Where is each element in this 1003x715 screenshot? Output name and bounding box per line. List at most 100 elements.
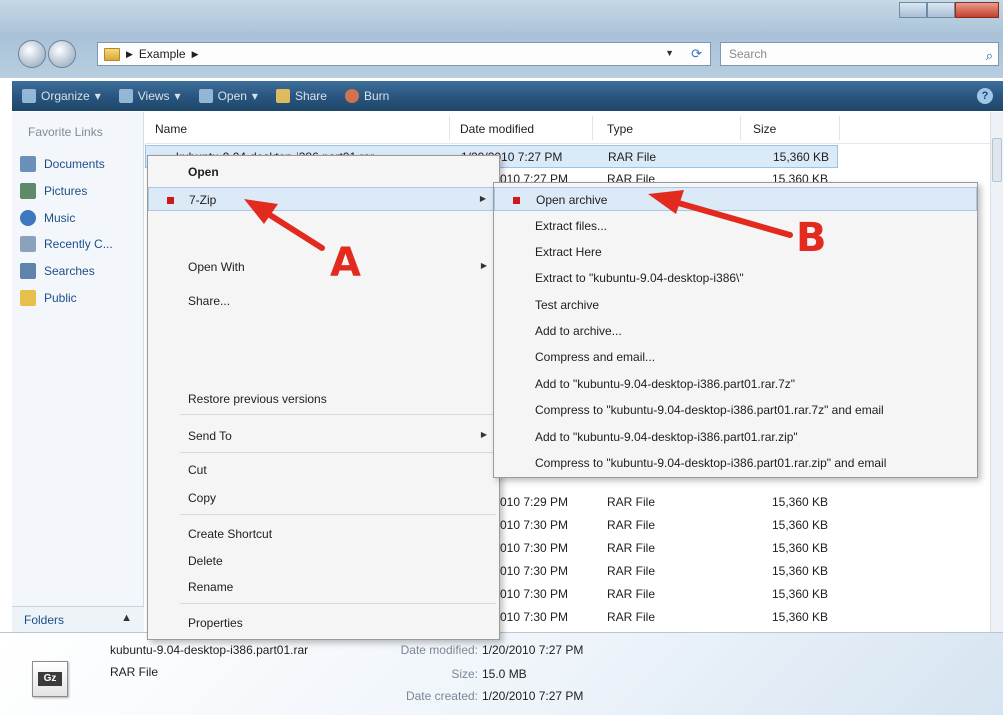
column-divider[interactable]: [740, 116, 741, 140]
menu-item-label: Cut: [188, 463, 207, 477]
nav-item-recently-changed[interactable]: Recently C...: [20, 236, 113, 252]
minimize-button[interactable]: [899, 2, 928, 18]
file-type: RAR File: [607, 518, 656, 532]
menu-item-rename[interactable]: Rename: [148, 575, 499, 599]
file-date: 010 7:29 PM: [500, 495, 569, 509]
submenu-item-add-to-archive[interactable]: Add to archive...: [494, 319, 977, 343]
vertical-scrollbar[interactable]: [990, 112, 1003, 632]
menu-item-label: Open archive: [536, 193, 608, 207]
command-bar: Organize ▾ Views ▾ Open ▾ Share Burn ?: [12, 81, 1003, 111]
menu-item-copy[interactable]: Copy: [148, 486, 499, 510]
file-size: 15,360 KB: [773, 150, 830, 164]
column-date-modified[interactable]: Date modified: [460, 122, 534, 136]
submenu-arrow-icon: ▶: [480, 430, 487, 439]
menu-item-label: Copy: [188, 491, 217, 505]
favorite-links-title: Favorite Links: [28, 125, 103, 139]
help-icon[interactable]: ?: [977, 88, 993, 104]
documents-icon: [20, 156, 36, 172]
public-folder-icon: [20, 290, 36, 306]
menu-item-label: Share...: [188, 294, 231, 308]
back-button[interactable]: [18, 40, 46, 68]
submenu-item-extract-to-folder[interactable]: Extract to "kubuntu-9.04-desktop-i386\": [494, 266, 977, 290]
nav-item-public[interactable]: Public: [20, 290, 77, 306]
submenu-item-compress-7z-email[interactable]: Compress to "kubuntu-9.04-desktop-i386.p…: [494, 398, 977, 422]
submenu-item-compress-and-email[interactable]: Compress and email...: [494, 345, 977, 369]
music-icon: [20, 210, 36, 226]
menu-item-cut[interactable]: Cut: [148, 458, 499, 482]
archive-file-icon: Gz: [32, 661, 68, 697]
search-icon[interactable]: ⌕: [986, 45, 993, 67]
menu-item-label: Add to "kubuntu-9.04-desktop-i386.part01…: [535, 430, 798, 444]
folders-label: Folders: [24, 613, 65, 627]
column-divider[interactable]: [449, 116, 450, 140]
menu-item-send-to[interactable]: Send To ▶: [148, 424, 499, 448]
organize-label: Organize: [41, 89, 90, 103]
submenu-item-extract-here[interactable]: Extract Here: [494, 240, 977, 264]
file-size: 15,360 KB: [772, 495, 829, 509]
menu-item-label: Add to "kubuntu-9.04-desktop-i386.part01…: [535, 377, 796, 391]
nav-item-music[interactable]: Music: [20, 210, 75, 226]
menu-item-restore-previous-versions[interactable]: Restore previous versions: [148, 387, 499, 411]
file-type: RAR File: [607, 564, 656, 578]
submenu-arrow-icon: ▶: [480, 261, 487, 270]
address-dropdown-icon[interactable]: ▼: [665, 48, 674, 58]
size-label: Size:: [451, 667, 478, 681]
menu-item-delete[interactable]: Delete: [148, 549, 499, 573]
views-icon: [118, 89, 133, 103]
window-titlebar: ▶ Example ▶ ▼ ⟳ Search ⌕: [0, 0, 1003, 78]
share-icon: [275, 89, 290, 103]
breadcrumb-chevron-icon: ▶: [191, 48, 199, 59]
column-divider[interactable]: [839, 116, 840, 140]
details-filename: kubuntu-9.04-desktop-i386.part01.rar: [110, 643, 309, 657]
folders-toggle[interactable]: Folders ▲: [12, 606, 144, 632]
file-type: RAR File: [607, 541, 656, 555]
column-divider[interactable]: [592, 116, 593, 140]
views-button[interactable]: Views ▾: [118, 89, 181, 103]
refresh-icon[interactable]: ⟳: [691, 46, 702, 62]
menu-item-open-with[interactable]: Open With ▶: [148, 255, 499, 279]
address-bar[interactable]: ▶ Example ▶ ▼ ⟳: [97, 42, 711, 66]
column-name[interactable]: Name: [155, 122, 187, 136]
nav-item-searches[interactable]: Searches: [20, 263, 95, 279]
forward-button[interactable]: [48, 40, 76, 68]
menu-item-label: Add to archive...: [535, 324, 622, 338]
column-type[interactable]: Type: [607, 122, 633, 136]
menu-item-label: Test archive: [535, 298, 600, 312]
file-size: 15,360 KB: [772, 518, 829, 532]
menu-item-create-shortcut[interactable]: Create Shortcut: [148, 522, 499, 546]
maximize-button[interactable]: [927, 2, 956, 18]
burn-button[interactable]: Burn: [344, 89, 389, 103]
annotation-label-a: A: [330, 240, 361, 286]
menu-item-open[interactable]: Open: [148, 160, 499, 184]
close-button[interactable]: [955, 2, 999, 18]
menu-item-label: Send To: [188, 429, 232, 443]
menu-item-label: Compress to "kubuntu-9.04-desktop-i386.p…: [535, 456, 887, 470]
organize-button[interactable]: Organize ▾: [22, 89, 101, 103]
nav-label: Public: [44, 291, 77, 305]
nav-label: Recently C...: [44, 237, 113, 251]
breadcrumb-example[interactable]: Example: [139, 47, 186, 61]
search-input[interactable]: Search ⌕: [720, 42, 999, 66]
nav-label: Documents: [44, 157, 105, 171]
menu-item-share[interactable]: Share...: [148, 289, 499, 313]
open-button[interactable]: Open ▾: [198, 89, 258, 103]
nav-item-documents[interactable]: Documents: [20, 156, 105, 172]
submenu-item-compress-zip-email[interactable]: Compress to "kubuntu-9.04-desktop-i386.p…: [494, 451, 977, 475]
pictures-icon: [20, 183, 36, 199]
scrollbar-thumb[interactable]: [992, 138, 1002, 182]
share-button[interactable]: Share: [275, 89, 327, 103]
column-size[interactable]: Size: [753, 122, 776, 136]
submenu-item-open-archive[interactable]: Open archive: [494, 187, 977, 211]
submenu-item-extract-files[interactable]: Extract files...: [494, 214, 977, 238]
menu-item-7zip[interactable]: 7-Zip ▶: [148, 187, 499, 211]
menu-separator: [180, 414, 496, 415]
nav-item-pictures[interactable]: Pictures: [20, 183, 87, 199]
nav-label: Pictures: [44, 184, 88, 198]
menu-item-properties[interactable]: Properties: [148, 611, 499, 635]
submenu-item-add-to-7z[interactable]: Add to "kubuntu-9.04-desktop-i386.part01…: [494, 372, 977, 396]
menu-item-label: Create Shortcut: [188, 527, 273, 541]
submenu-item-test-archive[interactable]: Test archive: [494, 293, 977, 317]
file-type: RAR File: [608, 150, 657, 164]
share-label: Share: [294, 89, 327, 103]
submenu-item-add-to-zip[interactable]: Add to "kubuntu-9.04-desktop-i386.part01…: [494, 425, 977, 449]
